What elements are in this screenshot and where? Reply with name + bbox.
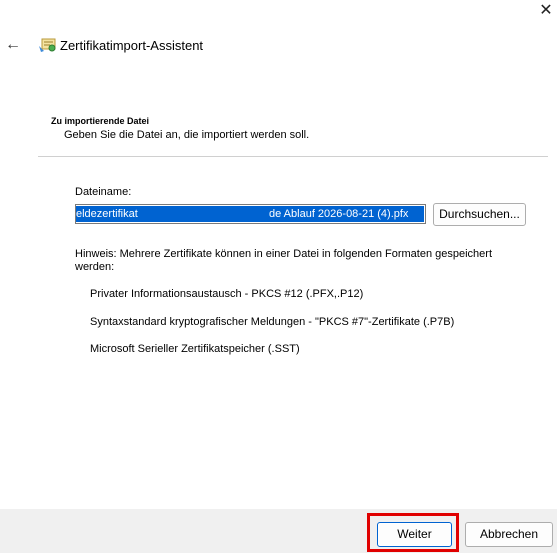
browse-button[interactable]: Durchsuchen... [433, 203, 526, 226]
close-icon[interactable]: ✕ [537, 2, 555, 20]
filename-input[interactable]: eldezertifikat de Ablauf 2026-08-21 (4).… [75, 204, 426, 224]
hint-text: Hinweis: Mehrere Zertifikate können in e… [75, 248, 492, 273]
filename-label: Dateiname: [75, 186, 132, 198]
cancel-button[interactable]: Abbrechen [465, 522, 553, 547]
divider [38, 156, 548, 157]
section-heading: Zu importierende Datei [51, 116, 150, 126]
filename-text-end: de Ablauf 2026-08-21 (4).pfx [269, 208, 409, 220]
wizard-title: Zertifikatimport-Assistent [60, 38, 204, 53]
format-pkcs7: Syntaxstandard kryptografischer Meldunge… [90, 316, 455, 328]
filename-text-start: eldezertifikat [76, 208, 138, 220]
back-arrow-icon[interactable]: ← [5, 37, 21, 53]
section-description: Geben Sie die Datei an, die importiert w… [64, 129, 310, 141]
format-pkcs12: Privater Informationsaustausch - PKCS #1… [90, 288, 364, 300]
highlight-box [367, 513, 459, 552]
format-sst: Microsoft Serieller Zertifikatspeicher (… [90, 343, 300, 355]
filename-selection: eldezertifikat de Ablauf 2026-08-21 (4).… [76, 206, 424, 222]
certificate-icon [38, 36, 58, 54]
